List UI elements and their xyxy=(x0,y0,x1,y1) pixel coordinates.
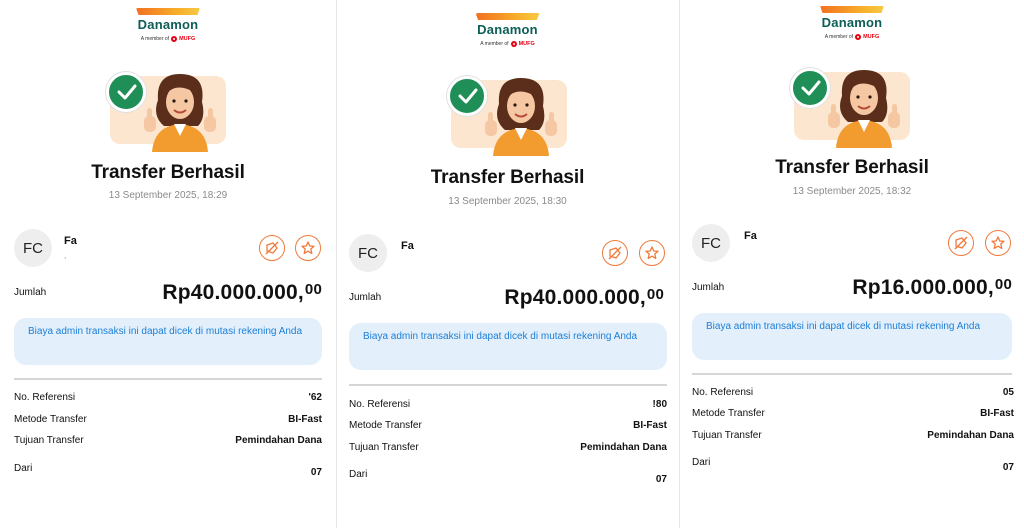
method-label: Metode Transfer xyxy=(349,420,422,431)
method-label: Metode Transfer xyxy=(692,408,765,419)
source-value: 07 xyxy=(655,474,667,485)
recipient-avatar: FC xyxy=(349,234,387,272)
receipt-panel-2: Danamon A member of MUFG Transfer Berhas… xyxy=(337,0,678,528)
reference-value: !80 xyxy=(652,399,667,410)
share-icon[interactable] xyxy=(948,230,974,256)
purpose-value: Pemindahan Dana xyxy=(927,430,1014,441)
logo-stripe xyxy=(820,6,884,13)
transaction-timestamp: 13 September 2025, 18:32 xyxy=(792,186,912,197)
source-label: Dari xyxy=(14,463,33,474)
reference-value: 05 xyxy=(1002,387,1014,398)
recipient-name: Fa xyxy=(744,230,757,242)
transfer-amount: Rp40.000.000,00 xyxy=(162,281,322,305)
check-circle-icon xyxy=(447,76,487,116)
source-value: 07 xyxy=(310,467,322,478)
purpose-value: Pemindahan Dana xyxy=(580,442,667,453)
source-label: Dari xyxy=(349,469,368,480)
amount-value: Rp40.000.000, xyxy=(162,281,304,304)
method-label: Metode Transfer xyxy=(14,414,87,425)
status-title: Transfer Berhasil xyxy=(91,162,245,183)
amount-label: Jumlah xyxy=(14,287,47,298)
favorite-star-icon[interactable] xyxy=(295,235,321,261)
screenshot-collage: Danamon A member of MUFG Transfer Berhas… xyxy=(0,0,1024,528)
section-divider xyxy=(349,384,667,386)
danamon-logo: Danamon A member of MUFG xyxy=(807,6,897,40)
status-title: Transfer Berhasil xyxy=(775,157,929,178)
source-label: Dari xyxy=(692,457,711,468)
reference-value: '62 xyxy=(308,392,322,403)
method-value: BI-Fast xyxy=(980,408,1014,419)
success-illustration xyxy=(790,68,914,148)
logo-stripe xyxy=(136,8,200,15)
reference-label: No. Referensi xyxy=(14,392,76,403)
logo-tagline: A member of MUFG xyxy=(807,34,897,40)
source-value: 07 xyxy=(1002,462,1014,473)
receipt-panel-1: Danamon A member of MUFG Transfer Berhas… xyxy=(0,0,336,528)
transaction-timestamp: 13 September 2025, 18:30 xyxy=(448,196,567,207)
method-value: BI-Fast xyxy=(288,414,322,425)
mufg-icon xyxy=(510,41,517,47)
admin-fee-info-box: Biaya admin transaksi ini dapat dicek di… xyxy=(692,313,1012,360)
success-illustration xyxy=(447,76,571,156)
transfer-amount: Rp16.000.000,00 xyxy=(852,276,1012,300)
member-of-text: A member of xyxy=(480,41,509,47)
danamon-logo: Danamon A member of MUFG xyxy=(123,8,213,42)
amount-label: Jumlah xyxy=(349,292,382,303)
mufg-text: MUFG xyxy=(179,36,196,42)
admin-fee-info-box: Biaya admin transaksi ini dapat dicek di… xyxy=(14,318,322,365)
transaction-timestamp: 13 September 2025, 18:29 xyxy=(108,190,228,201)
purpose-label: Tujuan Transfer xyxy=(14,435,84,446)
check-circle-icon xyxy=(106,72,146,112)
reference-label: No. Referensi xyxy=(692,387,754,398)
logo-stripe xyxy=(475,13,540,20)
logo-name: Danamon xyxy=(821,15,883,30)
recipient-avatar: FC xyxy=(692,224,730,262)
receipt-panel-3: Danamon A member of MUFG Transfer Berhas… xyxy=(680,0,1024,528)
favorite-star-icon[interactable] xyxy=(639,240,665,266)
recipient-name: Fa xyxy=(401,240,414,252)
member-of-text: A member of xyxy=(824,34,854,40)
logo-tagline: A member of MUFG xyxy=(123,36,213,42)
danamon-logo: Danamon A member of MUFG xyxy=(463,13,553,47)
recipient-name: Fa xyxy=(64,235,77,247)
woman-thumbs-up-illustration xyxy=(820,66,908,148)
amount-value: Rp40.000.000, xyxy=(504,286,646,309)
logo-name: Danamon xyxy=(477,22,538,37)
admin-fee-info-box: Biaya admin transaksi ini dapat dicek di… xyxy=(349,323,667,370)
recipient-detail: , xyxy=(64,251,67,260)
share-icon[interactable] xyxy=(259,235,285,261)
purpose-value: Pemindahan Dana xyxy=(235,435,322,446)
amount-decimal: 00 xyxy=(304,281,322,298)
logo-tagline: A member of MUFG xyxy=(463,41,553,47)
success-illustration xyxy=(106,72,230,152)
member-of-text: A member of xyxy=(140,36,170,42)
logo-name: Danamon xyxy=(137,17,199,32)
method-value: BI-Fast xyxy=(633,420,667,431)
purpose-label: Tujuan Transfer xyxy=(349,442,419,453)
transfer-amount: Rp40.000.000,00 xyxy=(504,286,664,310)
section-divider xyxy=(14,378,322,380)
amount-value: Rp16.000.000, xyxy=(852,276,994,299)
reference-label: No. Referensi xyxy=(349,399,411,410)
section-divider xyxy=(692,373,1012,375)
status-title: Transfer Berhasil xyxy=(430,167,585,188)
amount-decimal: 00 xyxy=(994,276,1012,293)
check-circle-icon xyxy=(790,68,830,108)
purpose-label: Tujuan Transfer xyxy=(692,430,762,441)
share-icon[interactable] xyxy=(602,240,628,266)
amount-decimal: 00 xyxy=(646,286,664,303)
recipient-avatar: FC xyxy=(14,229,52,267)
mufg-text: MUFG xyxy=(518,41,535,47)
woman-thumbs-up-illustration xyxy=(136,70,224,152)
mufg-text: MUFG xyxy=(863,34,880,40)
amount-label: Jumlah xyxy=(692,282,725,293)
mufg-icon xyxy=(855,34,862,40)
mufg-icon xyxy=(171,36,178,42)
favorite-star-icon[interactable] xyxy=(985,230,1011,256)
woman-thumbs-up-illustration xyxy=(477,74,565,156)
